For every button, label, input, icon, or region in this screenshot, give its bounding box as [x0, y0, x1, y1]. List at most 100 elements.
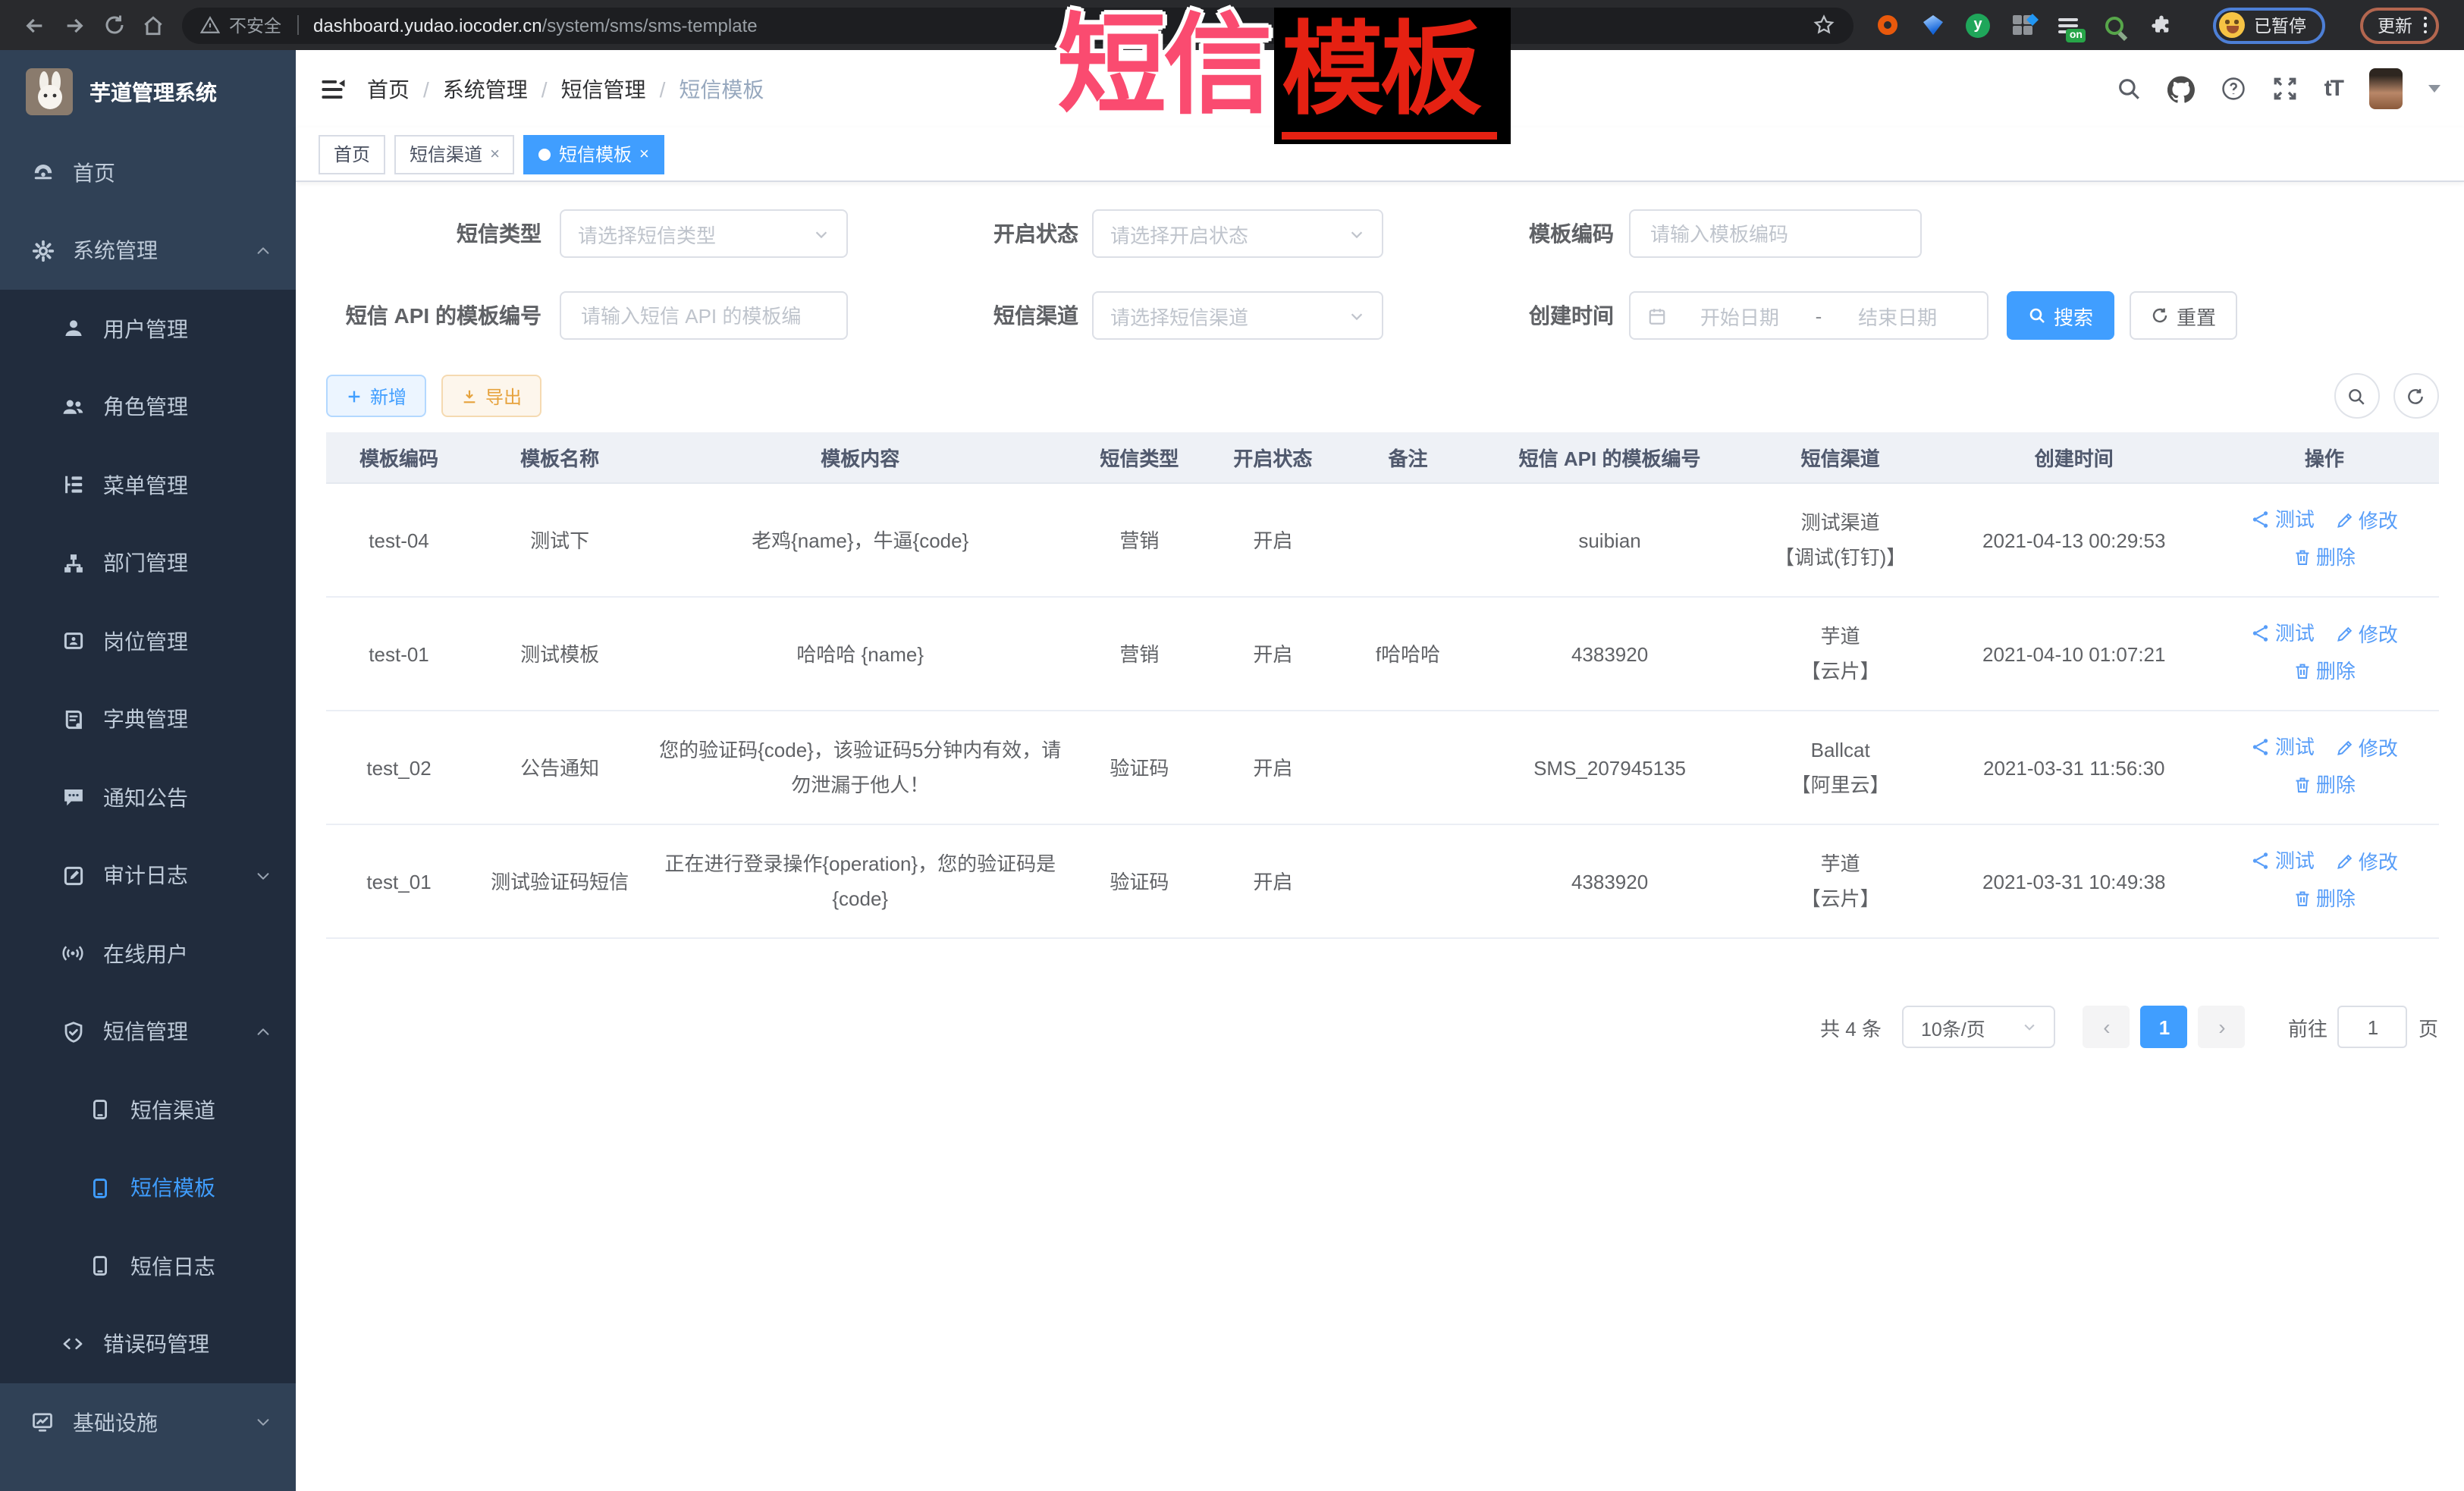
active-tab-dot: [539, 148, 551, 160]
green-y-extension-icon[interactable]: y: [1966, 13, 1990, 37]
sidebar-collapse-icon[interactable]: [319, 75, 346, 102]
add-button[interactable]: 新增: [326, 375, 426, 417]
api-template-id-field[interactable]: [560, 291, 848, 340]
sidebar-item-通知公告[interactable]: 通知公告: [0, 758, 296, 837]
sidebar-item-短信模板[interactable]: 短信模板: [0, 1149, 296, 1227]
sidebar-item-label: 错误码管理: [103, 1329, 209, 1360]
announcement-icon: [61, 786, 85, 809]
close-icon[interactable]: ×: [490, 145, 500, 163]
cell-content: 您的验证码{code}，该验证码5分钟内有效，请勿泄漏于他人！: [648, 711, 1072, 824]
current-page-button[interactable]: 1: [2141, 1006, 2188, 1048]
search-icon[interactable]: [2117, 76, 2142, 102]
help-icon[interactable]: [2221, 76, 2247, 102]
sidebar-item-用户管理[interactable]: 用户管理: [0, 290, 296, 368]
status-select[interactable]: 请选择开启状态: [1092, 209, 1383, 258]
sidebar-item-岗位管理[interactable]: 岗位管理: [0, 602, 296, 680]
删除-link[interactable]: 删除: [2293, 540, 2356, 575]
create-time-range-picker[interactable]: 开始日期 - 结束日期: [1629, 291, 1988, 340]
cell-code: test_01: [326, 824, 472, 938]
page-size-select[interactable]: 10条/页: [1903, 1006, 2056, 1048]
export-button[interactable]: 导出: [441, 375, 541, 417]
sidebar-item-短信渠道[interactable]: 短信渠道: [0, 1071, 296, 1149]
browser-back-icon[interactable]: [15, 5, 55, 45]
refresh-table-button[interactable]: [2393, 373, 2438, 419]
orange-ring-extension-icon[interactable]: [1875, 12, 1901, 38]
cell-code: test-04: [326, 483, 472, 597]
show-search-toggle-button[interactable]: [2334, 373, 2379, 419]
fullscreen-icon[interactable]: [2273, 76, 2299, 102]
address-bar[interactable]: 不安全 dashboard.yudao.iocoder.cn/system/sm…: [182, 7, 1853, 43]
breadcrumb-item[interactable]: 短信管理: [561, 74, 646, 104]
sidebar-item-在线用户[interactable]: 在线用户: [0, 915, 296, 993]
tab-首页[interactable]: 首页: [319, 134, 385, 174]
测试-link[interactable]: 测试: [2251, 730, 2315, 764]
测试-link[interactable]: 测试: [2251, 502, 2315, 537]
chevron-down-icon[interactable]: [2428, 85, 2440, 93]
修改-link[interactable]: 修改: [2336, 503, 2398, 538]
cell-name: 测试下: [472, 483, 648, 597]
next-page-button[interactable]: ›: [2199, 1006, 2246, 1048]
修改-link[interactable]: 修改: [2336, 730, 2398, 765]
api-template-id-input[interactable]: [578, 303, 830, 328]
op-label: 删除: [2316, 767, 2356, 802]
sidebar-item-label: 短信渠道: [130, 1095, 215, 1125]
list-on-extension-icon[interactable]: on: [2055, 12, 2081, 38]
修改-link[interactable]: 修改: [2336, 617, 2398, 651]
修改-link[interactable]: 修改: [2336, 844, 2398, 879]
search-button[interactable]: 搜索: [2007, 291, 2114, 340]
sms-type-select[interactable]: 请选择短信类型: [560, 209, 848, 258]
sidebar-item-字典管理[interactable]: 字典管理: [0, 680, 296, 758]
tab-短信模板[interactable]: 短信模板×: [524, 134, 664, 174]
op-label: 测试: [2275, 616, 2315, 651]
tab-短信渠道[interactable]: 短信渠道×: [394, 134, 515, 174]
删除-link[interactable]: 删除: [2293, 654, 2356, 689]
测试-link[interactable]: 测试: [2251, 616, 2315, 651]
template-code-input[interactable]: [1647, 221, 1904, 246]
goto-page-input[interactable]: [2338, 1006, 2408, 1048]
breadcrumb-item[interactable]: 首页: [367, 74, 410, 104]
sidebar-item-label: 岗位管理: [103, 626, 188, 657]
sidebar-item-部门管理[interactable]: 部门管理: [0, 524, 296, 602]
test-icon: [2251, 510, 2271, 529]
font-size-icon[interactable]: tT: [2324, 76, 2343, 102]
cell-remark: [1339, 824, 1476, 938]
sidebar-item-错误码管理[interactable]: 错误码管理: [0, 1305, 296, 1383]
reset-button[interactable]: 重置: [2130, 291, 2237, 340]
template-code-field[interactable]: [1629, 209, 1922, 258]
user-avatar[interactable]: [2368, 68, 2402, 109]
browser-profile-paused-badge[interactable]: 已暂停: [2213, 7, 2324, 43]
browser-forward-icon[interactable]: [55, 5, 94, 45]
sidebar-item-基础设施[interactable]: 基础设施: [0, 1383, 296, 1461]
sidebar-item-角色管理[interactable]: 角色管理: [0, 368, 296, 446]
update-label: 更新: [2378, 13, 2412, 37]
sidebar-item-短信管理[interactable]: 短信管理: [0, 993, 296, 1071]
grid-extension-icon[interactable]: [2010, 12, 2036, 38]
close-icon[interactable]: ×: [639, 145, 649, 163]
puzzle-extensions-icon[interactable]: [2146, 12, 2172, 38]
github-icon[interactable]: [2168, 75, 2196, 102]
sidebar-item-系统管理[interactable]: 系统管理: [0, 212, 296, 290]
breadcrumb-item[interactable]: 系统管理: [443, 74, 528, 104]
op-label: 修改: [2359, 503, 2398, 538]
sidebar-item-label: 角色管理: [103, 392, 188, 422]
sidebar-item-短信日志[interactable]: 短信日志: [0, 1227, 296, 1305]
breadcrumb-separator: /: [541, 77, 548, 101]
sidebar: 芋道管理系统 首页系统管理用户管理角色管理菜单管理部门管理岗位管理字典管理通知公…: [0, 50, 296, 1491]
sidebar-item-首页[interactable]: 首页: [0, 133, 296, 212]
sidebar-item-审计日志[interactable]: 审计日志: [0, 837, 296, 915]
channel-select[interactable]: 请选择短信渠道: [1092, 291, 1383, 340]
app-logo[interactable]: 芋道管理系统: [0, 50, 296, 133]
browser-update-button[interactable]: 更新: [2359, 7, 2439, 43]
security-warning-label: 不安全: [229, 13, 281, 37]
browser-reload-icon[interactable]: [94, 5, 133, 45]
测试-link[interactable]: 测试: [2251, 843, 2315, 878]
blue-gem-extension-icon[interactable]: [1920, 12, 1946, 38]
删除-link[interactable]: 删除: [2293, 881, 2356, 916]
sidebar-item-菜单管理[interactable]: 菜单管理: [0, 446, 296, 524]
bookmark-star-icon[interactable]: [1813, 14, 1835, 36]
browser-home-icon[interactable]: [133, 5, 173, 45]
删除-link[interactable]: 删除: [2293, 767, 2356, 802]
browser-menu-icon[interactable]: [2423, 17, 2427, 34]
green-magnifier-extension-icon[interactable]: [2101, 12, 2127, 38]
prev-page-button[interactable]: ‹: [2083, 1006, 2130, 1048]
